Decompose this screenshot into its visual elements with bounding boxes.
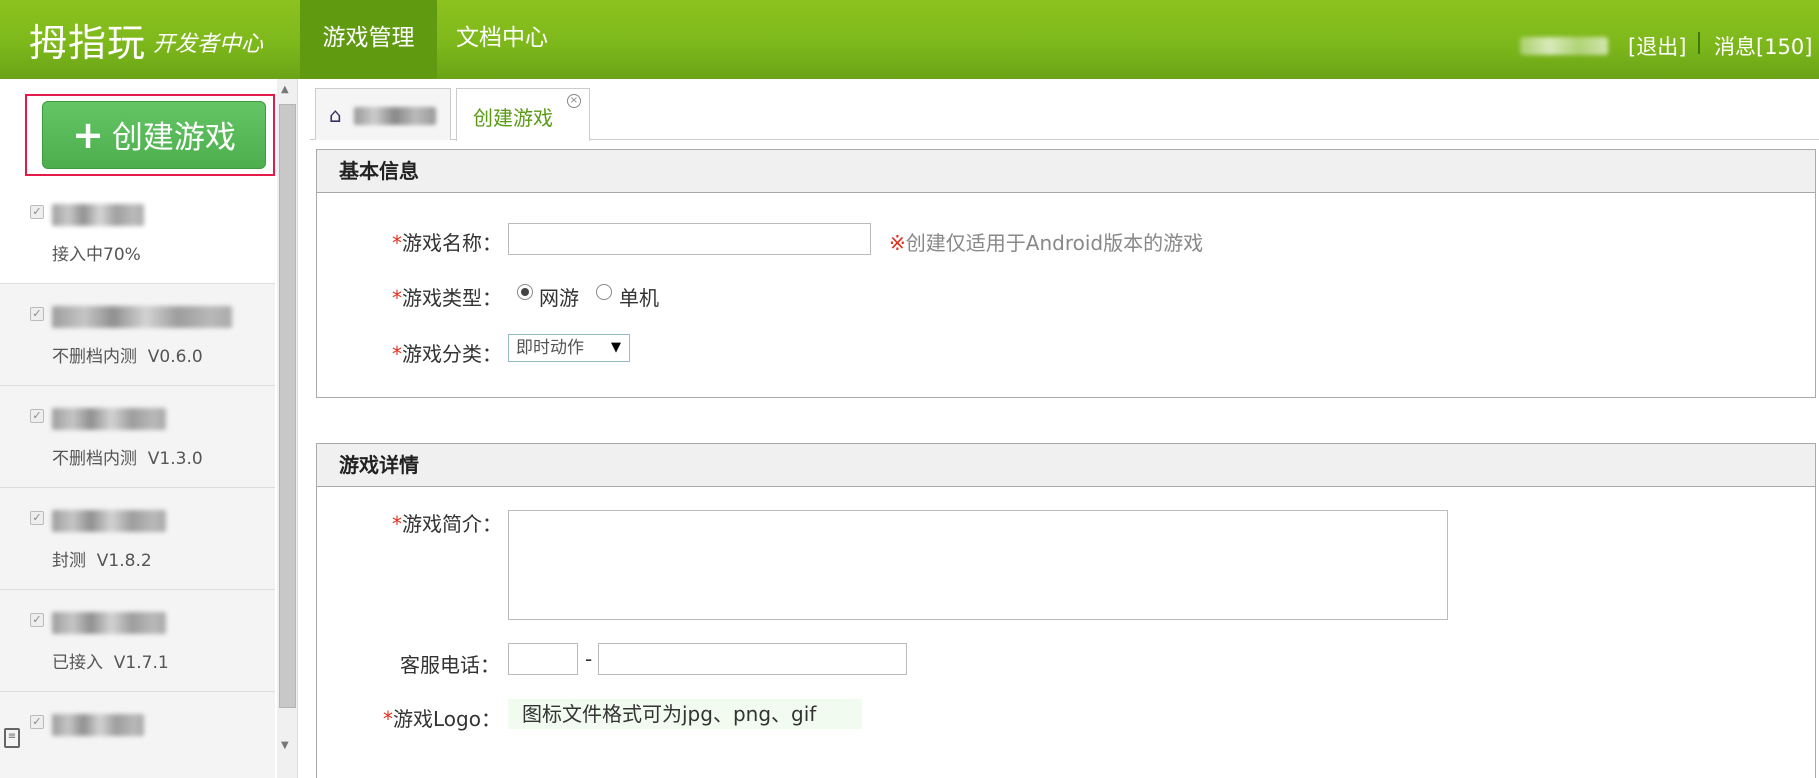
game-name-input[interactable] — [508, 223, 871, 255]
contact-card-icon[interactable]: ≡ — [4, 728, 20, 748]
home-tab-label-redacted — [354, 107, 436, 125]
game-name-redacted — [52, 612, 166, 634]
logo-format-hint: 图标文件格式可为jpg、png、gif — [508, 699, 862, 729]
check-icon: ✓ — [30, 511, 44, 525]
scroll-down-arrow-icon[interactable]: ▼ — [281, 740, 289, 751]
check-icon: ✓ — [30, 205, 44, 219]
game-name-hint: ※创建仅适用于Android版本的游戏 — [889, 231, 1204, 255]
check-icon: ✓ — [30, 613, 44, 627]
phone-separator: - — [585, 647, 593, 671]
radio-online-game[interactable] — [517, 284, 533, 300]
game-status: 已接入 V1.7.1 — [52, 653, 169, 673]
logout-link[interactable]: [退出] — [1628, 31, 1686, 61]
plus-icon: + — [72, 113, 104, 157]
required-star: * — [392, 231, 402, 255]
game-intro-label: *游戏简介： — [392, 512, 502, 536]
phone-area-code-input[interactable] — [508, 643, 578, 675]
sidebar-scrollbar[interactable]: ▲ ▼ — [277, 79, 297, 778]
game-list-item[interactable]: ✓ 封测 V1.8.2 — [0, 488, 275, 590]
game-status: 不删档内测 V1.3.0 — [52, 449, 203, 469]
username-redacted — [1520, 37, 1608, 55]
phone-number-input[interactable] — [598, 643, 907, 675]
game-logo-label: *游戏Logo： — [383, 707, 501, 731]
radio-online-game-label[interactable]: 网游 — [539, 282, 579, 311]
create-game-button[interactable]: + 创建游戏 — [42, 101, 266, 169]
close-tab-icon[interactable]: × — [567, 94, 581, 108]
game-name-redacted — [52, 714, 144, 736]
game-list: ✓ 接入中70% ✓ 不删档内测 V0.6.0 ✓ 不删档内测 V1.3.0 ✓… — [0, 182, 275, 778]
brand-subtitle: 开发者中心 — [153, 32, 264, 57]
check-icon: ✓ — [30, 715, 44, 729]
required-star: * — [392, 286, 402, 310]
game-list-item[interactable]: ✓ 接入中70% — [0, 182, 275, 284]
game-sidebar: + 创建游戏 ✓ 接入中70% ✓ 不删档内测 V0.6.0 ✓ 不删档内测 V1… — [0, 79, 298, 778]
scroll-thumb[interactable] — [279, 104, 296, 708]
create-button-highlight: + 创建游戏 — [25, 94, 275, 176]
game-name-redacted — [52, 306, 232, 328]
game-status: 不删档内测 V0.6.0 — [52, 347, 203, 367]
game-status: 接入中70% — [52, 245, 141, 265]
required-star: * — [392, 342, 402, 366]
game-category-value: 即时动作 — [516, 338, 584, 358]
brand-logo[interactable]: 拇指玩 — [29, 12, 146, 67]
top-header: 拇指玩 开发者中心 游戏管理 文档中心 [退出] 消息[150] — [0, 0, 1819, 79]
messages-link[interactable]: 消息[150] — [1714, 31, 1812, 61]
header-divider — [1698, 32, 1700, 54]
check-icon: ✓ — [30, 409, 44, 423]
radio-single-player-label[interactable]: 单机 — [619, 282, 659, 311]
game-category-select[interactable]: 即时动作 ▼ — [508, 334, 630, 362]
game-intro-textarea[interactable] — [508, 510, 1448, 620]
tab-home[interactable]: ⌂ — [315, 88, 451, 140]
game-name-label: *游戏名称： — [392, 231, 502, 255]
game-list-item[interactable]: ✓ 不删档内测 V0.6.0 — [0, 284, 275, 386]
game-name-redacted — [52, 204, 144, 226]
radio-single-player[interactable] — [596, 284, 612, 300]
game-list-item[interactable]: ✓ 不删档内测 V1.3.0 — [0, 386, 275, 488]
game-list-item[interactable]: ✓ — [0, 692, 275, 778]
create-game-label: 创建游戏 — [111, 120, 236, 156]
game-name-redacted — [52, 408, 166, 430]
tab-create-game[interactable]: 创建游戏 × — [456, 88, 590, 141]
game-name-redacted — [52, 510, 166, 532]
game-list-item[interactable]: ✓ 已接入 V1.7.1 — [0, 590, 275, 692]
required-star: * — [383, 707, 393, 731]
home-icon: ⌂ — [329, 103, 342, 127]
tab-create-game-label: 创建游戏 — [473, 106, 553, 130]
support-phone-label: 客服电话： — [400, 653, 500, 677]
scroll-up-arrow-icon[interactable]: ▲ — [281, 84, 289, 95]
game-status: 封测 V1.8.2 — [52, 551, 152, 571]
nav-documentation[interactable]: 文档中心 — [437, 0, 567, 79]
dropdown-arrow-icon: ▼ — [611, 340, 621, 355]
game-details-title: 游戏详情 — [317, 444, 1815, 487]
basic-info-title: 基本信息 — [317, 150, 1815, 193]
game-type-label: *游戏类型： — [392, 286, 502, 310]
game-category-label: *游戏分类： — [392, 342, 502, 366]
check-icon: ✓ — [30, 307, 44, 321]
nav-game-management[interactable]: 游戏管理 — [300, 0, 437, 79]
required-star: * — [392, 512, 402, 536]
